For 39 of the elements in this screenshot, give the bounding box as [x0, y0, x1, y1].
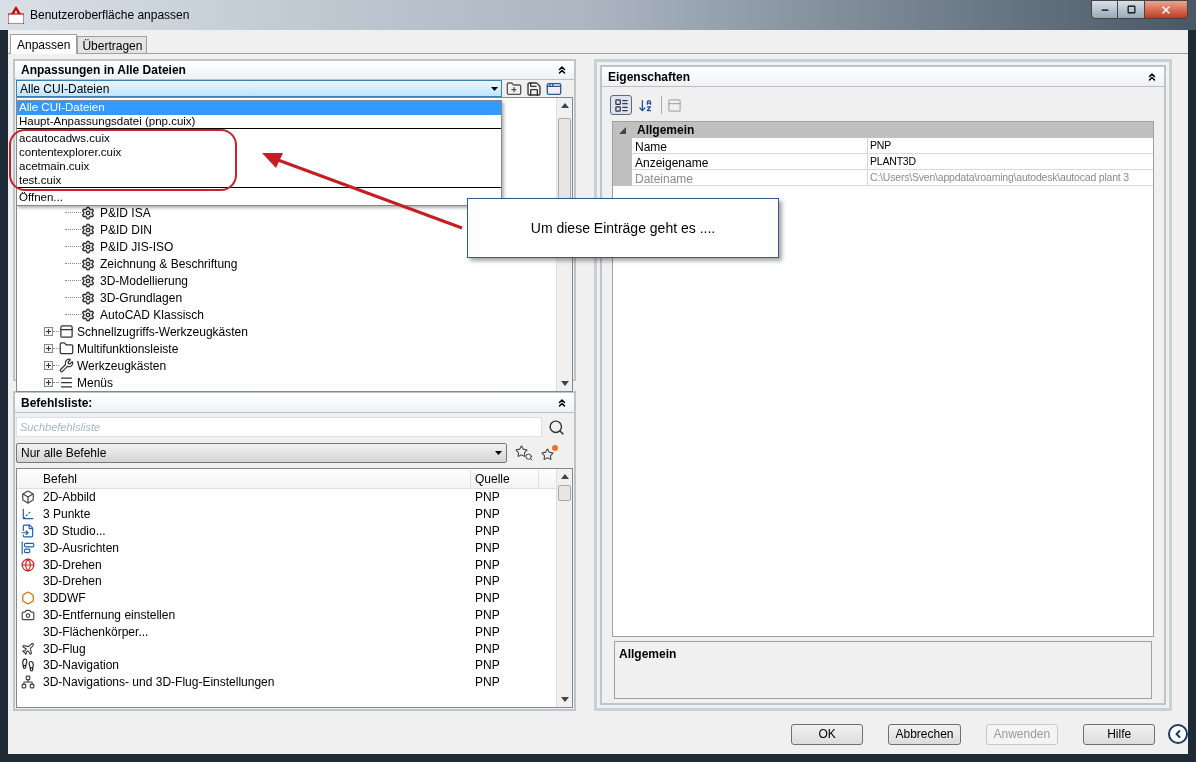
- table-cell-text: 2D-Abbild: [42, 489, 97, 507]
- table-cell-text: PNP: [474, 506, 501, 524]
- table-cell-text: PNP: [474, 623, 501, 641]
- property-name: Name: [632, 138, 868, 153]
- table-cell-text: 3D-Navigations- und 3D-Flug-Einstellungen: [42, 674, 276, 692]
- table-cell-text: 3D-Drehen: [42, 556, 103, 574]
- table-cell-text: PNP: [474, 539, 501, 557]
- property-name: Dateiname: [632, 170, 868, 185]
- property-value: PNP: [869, 137, 892, 153]
- table-cell-text: 3 Punkte: [42, 506, 92, 524]
- table-cell-text: PNP: [474, 640, 501, 658]
- property-value: C:\Users\Sven\appdata\roaming\autodesk\autocad plant 3: [869, 169, 1130, 185]
- table-cell-text: 3D-Flächenkörper...: [42, 623, 150, 641]
- table-cell-text: PNP: [474, 590, 501, 608]
- table-cell-text: PNP: [474, 489, 501, 507]
- property-value: PLANT3D: [869, 153, 917, 169]
- panel-title: Anpassungen in Alle Dateien: [21, 62, 186, 79]
- file-select-value: Alle CUI-Dateien: [20, 80, 110, 98]
- table-cell-text: 3D-Ausrichten: [42, 539, 121, 557]
- table-cell-text: PNP: [474, 657, 501, 675]
- panel-title: Befehlsliste:: [21, 394, 93, 412]
- table-cell-text: 3D-Flug: [42, 640, 87, 658]
- property-name: Anzeigename: [632, 154, 868, 169]
- table-cell-text: 3D Studio...: [42, 523, 107, 540]
- table-cell-text: 3DDWF: [42, 590, 87, 608]
- table-cell-text: 3D-Navigation: [42, 657, 121, 675]
- category-label: Allgemein: [636, 122, 695, 139]
- table-cell-text: PNP: [474, 556, 501, 574]
- table-cell-text: PNP: [474, 523, 501, 540]
- callout-text: Um diese Einträge geht es ....: [530, 218, 716, 238]
- table-cell-text: 3D-Entfernung einstellen: [42, 607, 177, 624]
- window-title: Benutzeroberfläche anpassen: [30, 7, 190, 24]
- table-cell-text: PNP: [474, 674, 501, 692]
- table-cell-text: 3D-Drehen: [42, 573, 103, 591]
- panel-title: Eigenschaften: [608, 68, 691, 86]
- table-cell-text: PNP: [474, 607, 501, 624]
- table-cell-text: PNP: [474, 573, 501, 591]
- description-title: Allgemein: [619, 647, 677, 661]
- filter-value: Nur alle Befehle: [21, 445, 107, 462]
